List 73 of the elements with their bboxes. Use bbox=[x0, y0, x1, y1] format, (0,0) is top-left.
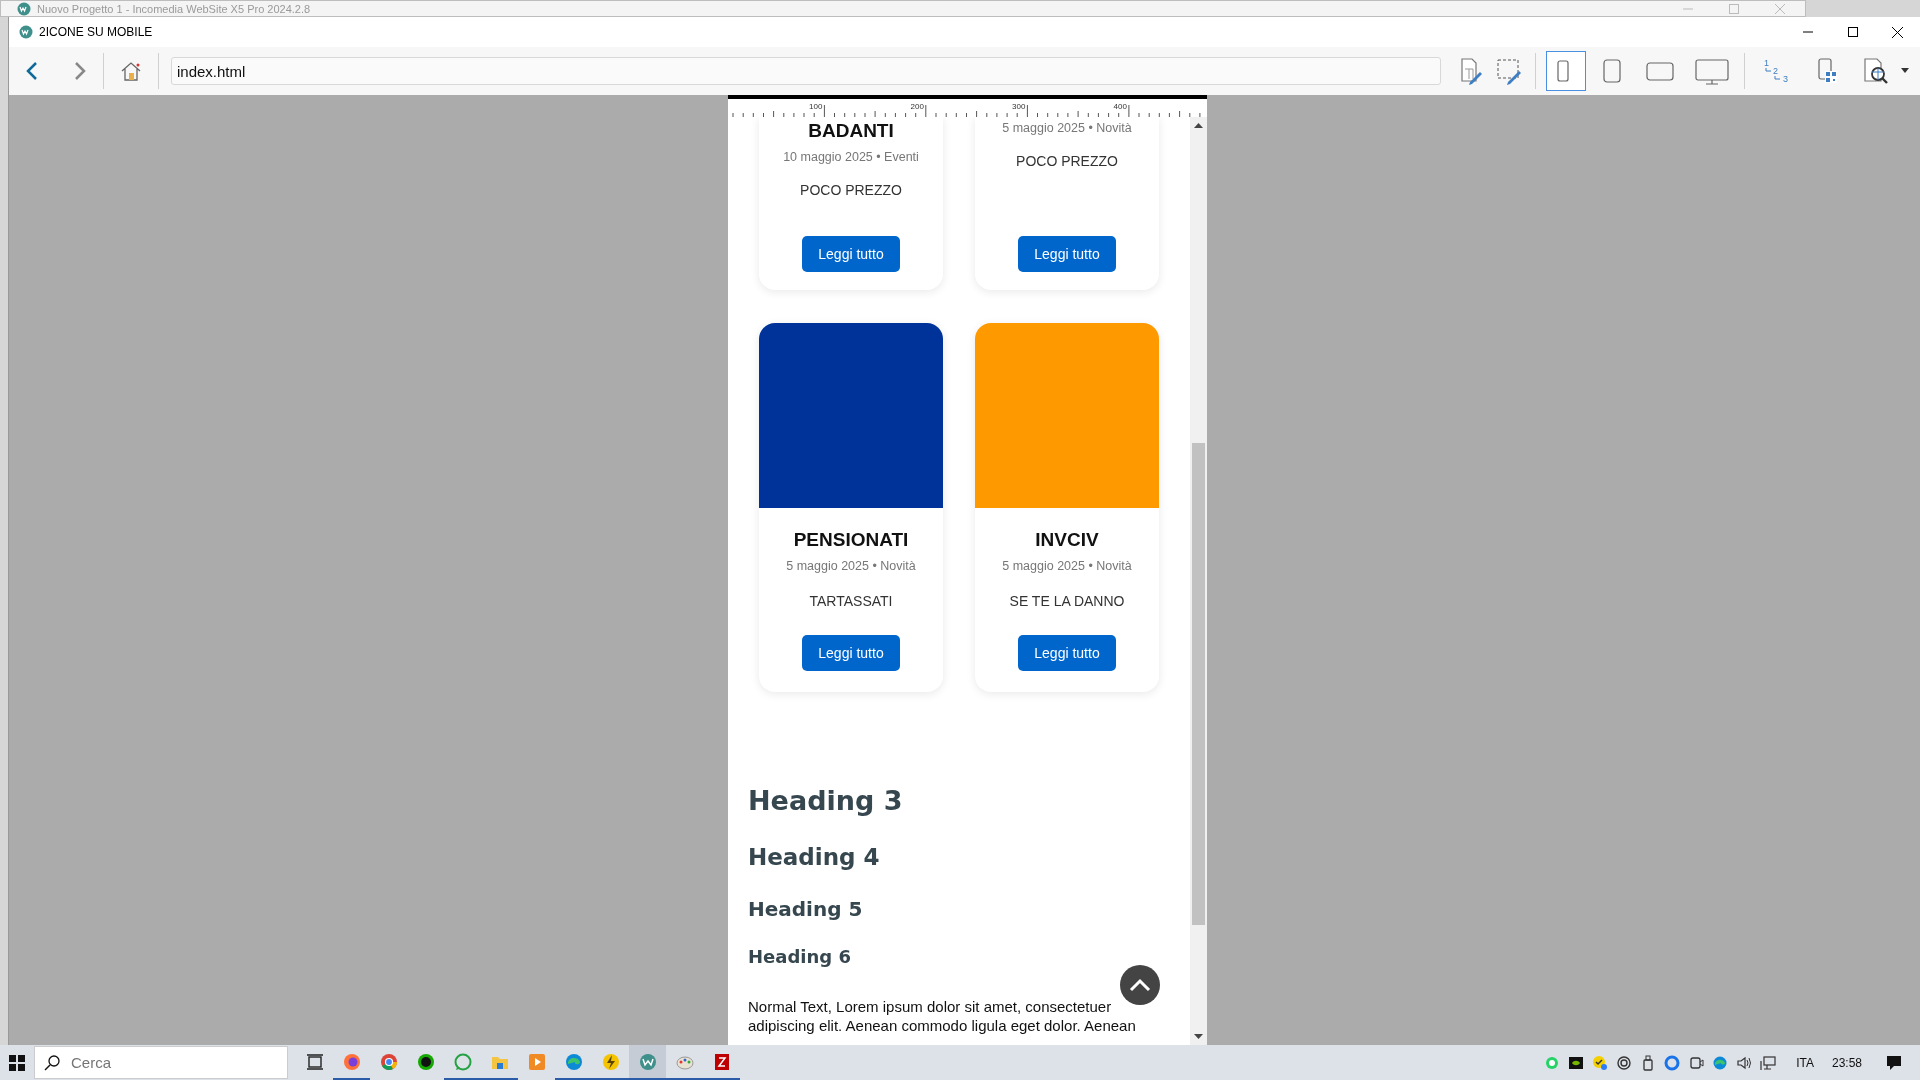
read-more-button[interactable]: Leggi tutto bbox=[802, 635, 900, 671]
forward-icon[interactable] bbox=[73, 61, 87, 81]
card-title: BADANTI bbox=[808, 119, 894, 143]
maximize-icon[interactable] bbox=[1847, 27, 1858, 37]
read-more-button[interactable]: Leggi tutto bbox=[1018, 236, 1116, 272]
view-mode-button[interactable] bbox=[1546, 51, 1586, 91]
card-date: 5 maggio 2025 • Novità bbox=[1001, 558, 1133, 575]
ruler-label: 400 bbox=[1113, 102, 1127, 111]
camera-icon[interactable] bbox=[1690, 1056, 1704, 1069]
lightning-icon[interactable] bbox=[602, 1053, 619, 1070]
preview-icon[interactable] bbox=[1864, 58, 1888, 84]
select-edit-icon[interactable] bbox=[1497, 59, 1521, 85]
address-field[interactable]: index.html bbox=[171, 57, 1441, 85]
network-icon[interactable] bbox=[1760, 1055, 1776, 1071]
notification-icon[interactable] bbox=[1886, 1054, 1902, 1071]
ruler-label: 300 bbox=[1012, 102, 1026, 111]
card-title: INVCIV bbox=[1035, 528, 1099, 552]
windows-icon[interactable] bbox=[9, 1054, 25, 1071]
qr-phone-icon[interactable] bbox=[1818, 58, 1837, 83]
card-date: 5 maggio 2025 • Novità bbox=[785, 558, 917, 575]
speaker-icon[interactable] bbox=[1737, 1056, 1752, 1069]
usb-icon[interactable] bbox=[1643, 1055, 1653, 1071]
sync-icon[interactable] bbox=[1617, 1055, 1631, 1070]
app-icon[interactable] bbox=[417, 1053, 434, 1070]
scroll-down-icon[interactable] bbox=[1194, 1034, 1203, 1039]
chat-icon[interactable] bbox=[454, 1053, 471, 1070]
card-excerpt: POCO PREZZO bbox=[800, 182, 902, 198]
browser-icon[interactable] bbox=[565, 1053, 582, 1070]
search-icon bbox=[44, 1055, 60, 1071]
home-icon[interactable] bbox=[120, 61, 142, 81]
read-more-button[interactable]: Leggi tutto bbox=[802, 236, 900, 272]
palette-icon[interactable] bbox=[676, 1056, 693, 1069]
browser-icon[interactable] bbox=[343, 1053, 360, 1070]
caret-icon[interactable] bbox=[1901, 68, 1909, 74]
ruler-label: 100 bbox=[809, 102, 823, 111]
app-icon[interactable] bbox=[1569, 1056, 1584, 1069]
language-indicator[interactable]: ITA bbox=[1796, 1055, 1814, 1070]
back-icon[interactable] bbox=[25, 61, 39, 81]
check-icon[interactable] bbox=[1593, 1055, 1608, 1070]
monitor-icon[interactable] bbox=[1695, 59, 1729, 85]
card-excerpt: SE TE LA DANNO bbox=[1009, 593, 1125, 609]
heading: Heading 4 bbox=[748, 843, 881, 872]
window-title: 2ICONE SU MOBILE bbox=[39, 25, 153, 39]
window-title: Nuovo Progetto 1 - Incomedia WebSite X5 Pro 2024.2.8 bbox=[37, 2, 311, 15]
page-edit-icon[interactable] bbox=[1461, 58, 1482, 85]
scroll-up-icon[interactable] bbox=[1194, 123, 1203, 128]
browser-icon[interactable] bbox=[1713, 1056, 1727, 1069]
search-field[interactable]: Cerca bbox=[34, 1046, 288, 1079]
phone-icon[interactable] bbox=[1557, 60, 1569, 82]
play-icon[interactable] bbox=[528, 1053, 545, 1070]
card-excerpt: POCO PREZZO bbox=[1016, 153, 1118, 169]
heading: Heading 6 bbox=[748, 945, 852, 969]
paragraph: Normal Text, Lorem ipsum dolor sit amet, consectetuer adipiscing elit. Aenean commodo ligula eget dolor. Aenean bbox=[748, 997, 1137, 1035]
card-title: PENSIONATI bbox=[793, 528, 909, 552]
chevron-up-icon bbox=[1129, 978, 1151, 992]
app-logo-icon bbox=[19, 25, 33, 39]
ruler-label: 200 bbox=[910, 102, 924, 111]
tablet-icon[interactable] bbox=[1603, 59, 1621, 83]
scroll-to-top-button[interactable] bbox=[1120, 965, 1160, 1005]
card-date: 10 maggio 2025 • Eventi bbox=[782, 149, 920, 166]
browser-icon[interactable] bbox=[380, 1053, 397, 1070]
task-view-icon[interactable] bbox=[305, 1053, 324, 1070]
close-icon[interactable] bbox=[1892, 26, 1903, 38]
tablet-landscape-icon[interactable] bbox=[1646, 62, 1674, 81]
card-date: 5 maggio 2025 • Novità bbox=[1001, 120, 1133, 137]
heading: Heading 3 bbox=[748, 784, 904, 818]
card-excerpt: TARTASSATI bbox=[809, 593, 893, 609]
heading: Heading 5 bbox=[748, 896, 864, 923]
read-more-button[interactable]: Leggi tutto bbox=[1018, 635, 1116, 671]
folder-icon[interactable] bbox=[491, 1056, 508, 1069]
clock[interactable]: 23:58 bbox=[1831, 1055, 1862, 1070]
scrollbar[interactable] bbox=[1190, 117, 1207, 1045]
scrollbar-thumb[interactable] bbox=[1192, 443, 1205, 925]
